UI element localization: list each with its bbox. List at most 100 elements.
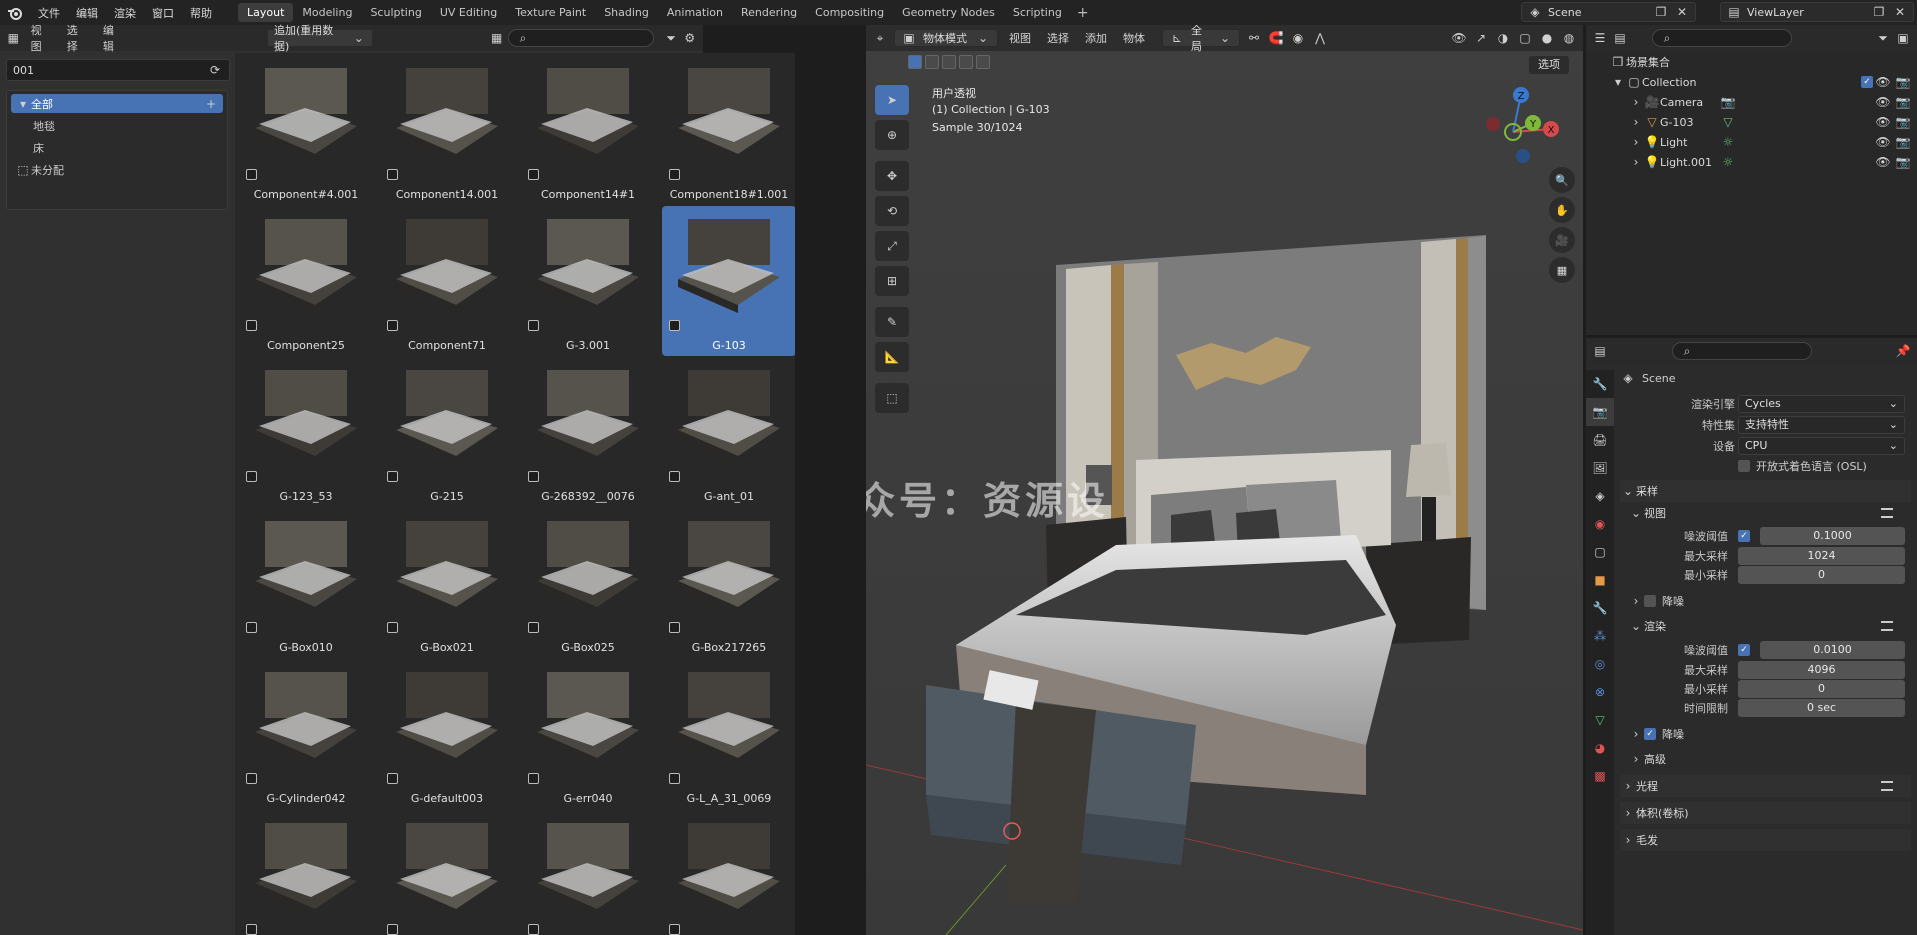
preset-list-icon[interactable] <box>1881 621 1893 631</box>
asset-library-selector[interactable]: 001 ⟳ <box>6 59 230 81</box>
view-layer-tab-icon[interactable]: 🖼 <box>1586 454 1614 482</box>
eye-icon[interactable]: 👁 <box>1875 134 1891 150</box>
select-extend-icon[interactable] <box>925 55 939 69</box>
menu-render[interactable]: 渲染 <box>106 5 144 21</box>
asset-checkbox[interactable] <box>669 471 680 482</box>
select-intersect-icon[interactable] <box>976 55 990 69</box>
import-mode-dropdown[interactable]: 追加(重用数据) ⌄ <box>267 24 374 53</box>
outliner-root[interactable]: ❒ 场景集合 <box>1586 52 1917 72</box>
menu-add[interactable]: 添加 <box>1080 30 1112 46</box>
select-box-tool[interactable]: ➤ <box>875 85 909 115</box>
add-catalog-icon[interactable]: + <box>203 96 219 112</box>
asset-checkbox[interactable] <box>387 320 398 331</box>
asset-checkbox[interactable] <box>387 471 398 482</box>
asset-tile[interactable]: G-103 <box>662 206 795 356</box>
asset-checkbox[interactable] <box>669 622 680 633</box>
tab-layout[interactable]: Layout <box>238 3 294 22</box>
render-min-samples-field[interactable]: 0 <box>1738 680 1905 698</box>
camera-view-icon[interactable]: 🎥 <box>1549 227 1575 253</box>
viewport-denoise-checkbox[interactable] <box>1644 595 1656 607</box>
add-cube-tool[interactable]: ⬚ <box>875 383 909 413</box>
options-button[interactable]: 选项 <box>1529 56 1569 74</box>
asset-tile[interactable]: G-Box217265 <box>662 508 795 658</box>
viewport-noise-threshold-field[interactable]: 0.1000 <box>1760 527 1905 545</box>
menu-view[interactable]: 视图 <box>25 22 57 54</box>
outliner-item-g103[interactable]: › ▽ G-103 ▽ 👁 📷 <box>1586 112 1917 132</box>
tab-animation[interactable]: Animation <box>658 3 732 22</box>
gizmo-toggle-icon[interactable]: ↗ <box>1473 30 1489 46</box>
menu-edit[interactable]: 编辑 <box>97 22 129 54</box>
asset-tile[interactable]: G-268392__0076 <box>521 357 655 507</box>
editor-type-icon[interactable]: ▤ <box>1592 343 1608 359</box>
asset-tile[interactable]: Component14#1 <box>521 55 655 205</box>
render-camera-icon[interactable]: 📷 <box>1895 74 1911 90</box>
proportional-edit-icon[interactable]: ◉ <box>1290 30 1306 46</box>
world-tab-icon[interactable]: ◉ <box>1586 510 1614 538</box>
menu-select[interactable]: 选择 <box>61 22 93 54</box>
render-camera-icon[interactable]: 📷 <box>1895 114 1911 130</box>
scene-tab-icon[interactable]: ◈ <box>1586 482 1614 510</box>
catalog-item-unassigned[interactable]: ⬚ 未分配 <box>11 160 223 179</box>
catalog-item-all[interactable]: ▾ 全部 + <box>11 94 223 113</box>
viewport-subsection[interactable]: ⌄ 视图 <box>1628 502 1911 524</box>
zoom-icon[interactable]: 🔍 <box>1549 167 1575 193</box>
render-tab-icon[interactable]: 📷 <box>1586 398 1614 426</box>
render-max-samples-field[interactable]: 4096 <box>1738 661 1905 679</box>
outliner-search-input[interactable]: ⌕ <box>1652 29 1792 47</box>
catalog-item-bed[interactable]: 床 <box>11 138 223 157</box>
viewport-max-samples-field[interactable]: 1024 <box>1738 547 1905 565</box>
asset-checkbox[interactable] <box>246 622 257 633</box>
render-subsection[interactable]: ⌄ 渲染 <box>1628 615 1911 637</box>
view-layer-selector[interactable]: ▤ ViewLayer ❐ ✕ <box>1720 2 1914 22</box>
select-subtract-icon[interactable] <box>942 55 956 69</box>
shading-solid-icon[interactable]: ● <box>1539 30 1555 46</box>
time-limit-field[interactable]: 0 sec <box>1738 699 1905 717</box>
asset-checkbox[interactable] <box>528 773 539 784</box>
outliner-item-collection[interactable]: ▾ ▢ Collection ✓ 👁 📷 <box>1586 72 1917 92</box>
eye-icon[interactable]: 👁 <box>1875 114 1891 130</box>
asset-tile[interactable]: Component18#1.001 <box>662 55 795 205</box>
asset-checkbox[interactable] <box>387 924 398 935</box>
physics-tab-icon[interactable]: ◎ <box>1586 650 1614 678</box>
render-denoise-subsection[interactable]: › ✓ 降噪 <box>1628 723 1911 745</box>
texture-tab-icon[interactable]: ▩ <box>1586 762 1614 790</box>
shading-rendered-icon[interactable]: ◍ <box>1561 30 1577 46</box>
tab-shading[interactable]: Shading <box>595 3 658 22</box>
output-tab-icon[interactable]: 🖨 <box>1586 426 1614 454</box>
asset-tile[interactable] <box>239 810 373 935</box>
grid-ortho-icon[interactable]: ▦ <box>1549 257 1575 283</box>
eye-icon[interactable]: 👁 <box>1875 74 1891 90</box>
overlay-icon[interactable]: ◑ <box>1495 30 1511 46</box>
catalog-item-carpet[interactable]: 地毯 <box>11 116 223 135</box>
menu-object[interactable]: 物体 <box>1118 30 1150 46</box>
device-dropdown[interactable]: CPU ⌄ <box>1738 437 1905 455</box>
asset-tile[interactable]: G-3.001 <box>521 206 655 356</box>
tab-modeling[interactable]: Modeling <box>293 3 361 22</box>
constraints-tab-icon[interactable]: ⊗ <box>1586 678 1614 706</box>
menu-help[interactable]: 帮助 <box>182 5 220 21</box>
asset-tile[interactable]: G-Cylinder042 <box>239 659 373 809</box>
asset-checkbox[interactable] <box>528 924 539 935</box>
material-tab-icon[interactable]: ◕ <box>1586 734 1614 762</box>
asset-tile[interactable]: G-Box025 <box>521 508 655 658</box>
preset-list-icon[interactable] <box>1881 508 1893 518</box>
cursor-tool[interactable]: ⊕ <box>875 120 909 150</box>
asset-checkbox[interactable] <box>387 773 398 784</box>
asset-tile[interactable]: G-123_53 <box>239 357 373 507</box>
tab-scripting[interactable]: Scripting <box>1004 3 1071 22</box>
asset-tile[interactable]: Component25 <box>239 206 373 356</box>
tab-rendering[interactable]: Rendering <box>732 3 806 22</box>
menu-view[interactable]: 视图 <box>1004 30 1036 46</box>
tab-compositing[interactable]: Compositing <box>806 3 893 22</box>
modifier-tab-icon[interactable]: 🔧 <box>1586 594 1614 622</box>
close-icon[interactable]: ✕ <box>1892 4 1908 20</box>
viewport-denoise-subsection[interactable]: › 降噪 <box>1628 590 1911 612</box>
menu-select[interactable]: 选择 <box>1042 30 1074 46</box>
menu-window[interactable]: 窗口 <box>144 5 182 21</box>
light-paths-section[interactable]: › 光程 <box>1620 775 1911 797</box>
collection-tab-icon[interactable]: ▢ <box>1586 538 1614 566</box>
add-workspace-button[interactable]: + <box>1071 5 1095 21</box>
snap-icon[interactable]: 🧲 <box>1268 30 1284 46</box>
outliner-item-light[interactable]: › 💡 Light ☼ 👁 📷 <box>1586 132 1917 152</box>
sampling-section[interactable]: ⌄ 采样 <box>1620 480 1911 502</box>
